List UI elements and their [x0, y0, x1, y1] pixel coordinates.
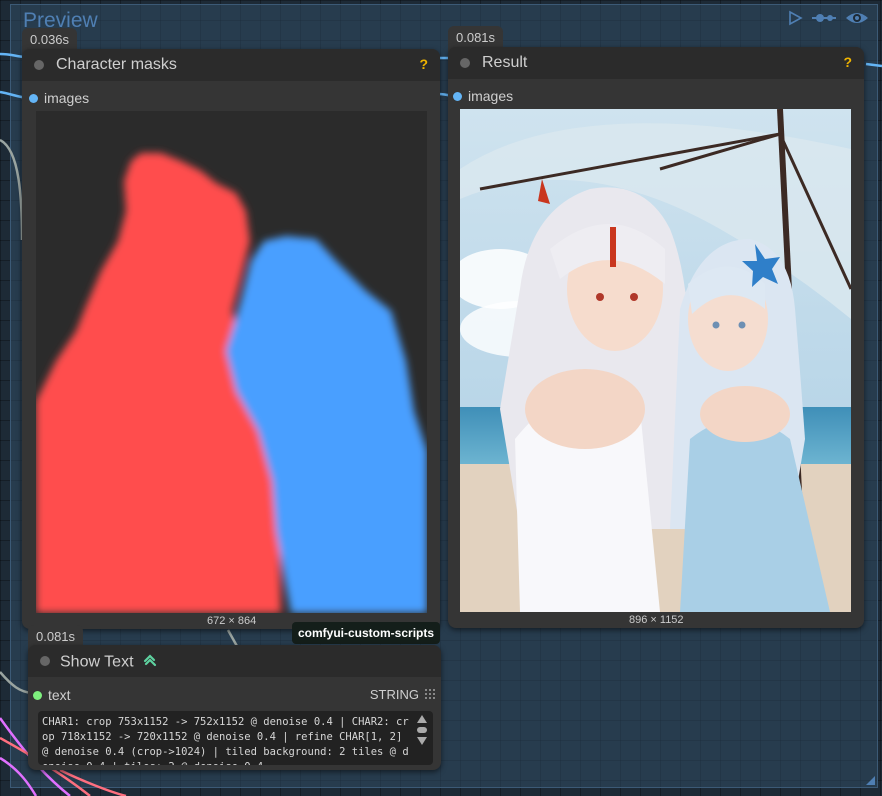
- node-title: Result: [482, 54, 528, 71]
- image-dimensions: 672 × 864: [207, 615, 257, 627]
- text-output-content: CHAR1: crop 753x1152 -> 752x1152 @ denoi…: [42, 716, 409, 765]
- help-icon[interactable]: ?: [419, 56, 428, 72]
- collapse-dot[interactable]: [40, 656, 50, 666]
- scroll-down-icon[interactable]: [417, 737, 427, 745]
- output-type: STRING: [370, 687, 435, 702]
- node-title: Character masks: [56, 56, 177, 73]
- node-header[interactable]: Character masks ?: [22, 49, 440, 81]
- slot-dot-icon: [453, 91, 462, 101]
- output-slot-text[interactable]: text: [33, 687, 71, 703]
- grid-icon: [425, 687, 435, 702]
- input-slot-images[interactable]: images: [453, 88, 513, 104]
- collapse-dot[interactable]: [34, 60, 44, 70]
- slot-label: text: [48, 687, 71, 703]
- slot-dot-icon: [29, 93, 38, 103]
- text-output-field[interactable]: CHAR1: crop 753x1152 -> 752x1152 @ denoi…: [38, 711, 433, 765]
- slot-dot-icon: [33, 690, 42, 700]
- custom-scripts-icon: [142, 652, 158, 673]
- node-result[interactable]: Result ? images: [448, 47, 864, 628]
- source-tag: comfyui-custom-scripts: [292, 622, 441, 644]
- input-slot-images[interactable]: images: [29, 90, 89, 106]
- collapse-dot[interactable]: [460, 58, 470, 68]
- image-dimensions: 896 × 1152: [629, 614, 684, 626]
- slot-label: images: [468, 88, 514, 104]
- mask-preview-image: [36, 111, 427, 613]
- node-title: Show Text: [60, 652, 158, 673]
- node-character-masks[interactable]: Character masks ? images: [22, 49, 440, 629]
- slot-label: images: [44, 90, 90, 106]
- scroll-thumb[interactable]: [417, 727, 427, 733]
- node-show-text[interactable]: Show Text text STRING CHAR1: crop 753x11…: [28, 645, 441, 770]
- scroll-up-icon[interactable]: [417, 715, 427, 723]
- textarea-scrollbar[interactable]: [417, 715, 427, 745]
- node-header[interactable]: Result ?: [448, 47, 864, 79]
- node-header[interactable]: Show Text: [28, 645, 441, 677]
- node-title-text: Show Text: [60, 653, 134, 671]
- result-preview-image: [460, 109, 851, 612]
- output-type-label: STRING: [369, 687, 419, 702]
- help-icon[interactable]: ?: [843, 54, 852, 70]
